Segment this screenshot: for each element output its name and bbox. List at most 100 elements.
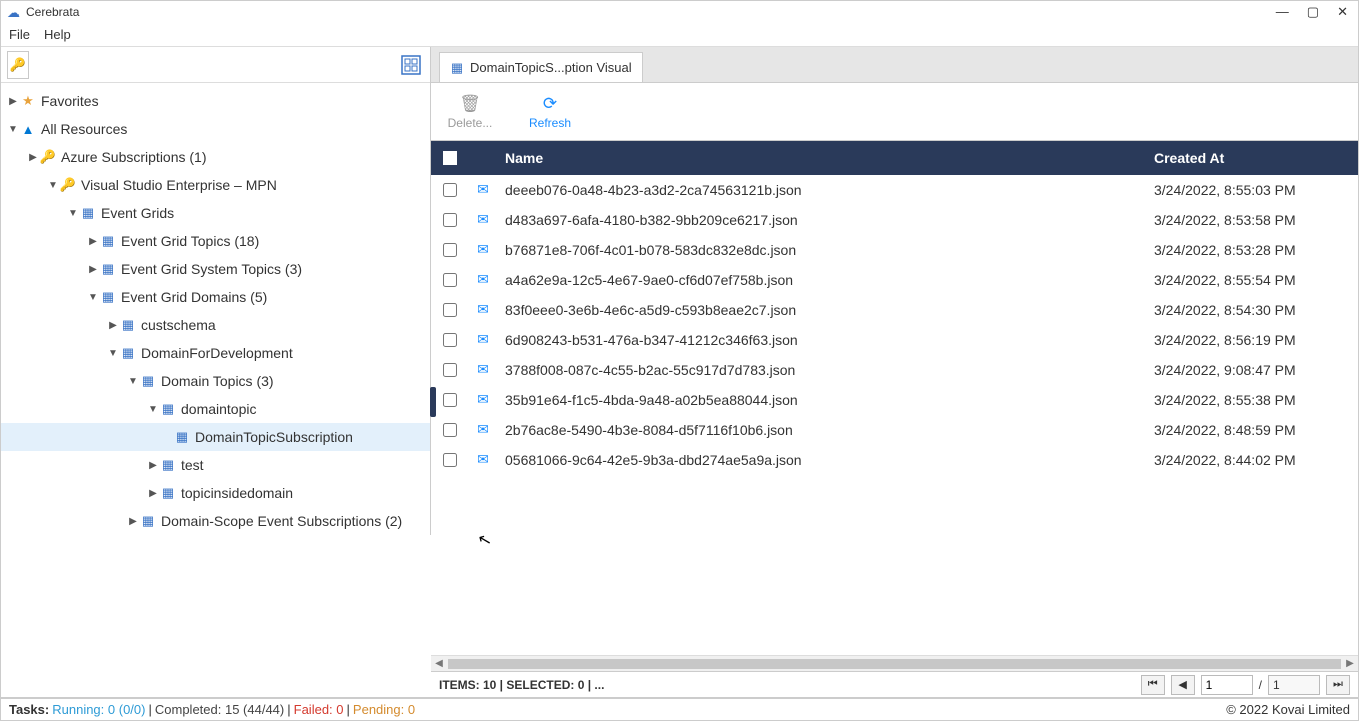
splitter-handle[interactable] [430,387,436,417]
scroll-left-icon[interactable]: ◀ [431,656,447,672]
view-grid-button[interactable] [398,52,424,78]
eventgrid-icon: ▦ [450,60,464,76]
table-row[interactable]: ✉d483a697-6afa-4180-b382-9bb209ce6217.js… [431,205,1358,235]
pager-prev-button[interactable]: ◀ [1171,675,1195,695]
caret-icon: ▶ [161,432,173,443]
tab-domain-topic-subscription[interactable]: ▦ DomainTopicS...ption Visual [439,52,643,82]
tree-label: Event Grids [97,205,174,221]
menu-file[interactable]: File [9,27,30,42]
tree-all-resources[interactable]: ▼ ▲ All Resources [1,115,430,143]
row-checkbox[interactable] [443,303,457,317]
table-row[interactable]: ✉a4a62e9a-12c5-4e67-9ae0-cf6d07ef758b.js… [431,265,1358,295]
title-bar: ☁ Cerebrata — ▢ ✕ [1,1,1358,23]
tree-label: Domain-Scope Event Subscriptions (2) [157,513,402,529]
envelope-icon: ✉ [467,361,499,378]
table-row[interactable]: ✉b76871e8-706f-4c01-b078-583dc832e8dc.js… [431,235,1358,265]
tree-vs-enterprise[interactable]: ▼ 🔑 Visual Studio Enterprise – MPN [1,171,430,199]
table-row[interactable]: ✉deeeb076-0a48-4b23-a3d2-2ca74563121b.js… [431,175,1358,205]
menu-help[interactable]: Help [44,27,71,42]
envelope-icon: ✉ [467,271,499,288]
close-button[interactable]: ✕ [1337,4,1348,20]
status-completed-value: 15 (44/44) [225,702,284,717]
eventgrid-icon: ▦ [99,261,117,277]
row-name: 3788f008-087c-4c55-b2ac-55c917d7d783.jso… [499,362,1148,378]
pager-first-button[interactable]: ⏮ [1141,675,1165,695]
column-header-name[interactable]: Name [499,150,1148,166]
caret-icon: ▶ [147,460,159,471]
tree-domain-scope-subs[interactable]: ▶ ▦ Domain-Scope Event Subscriptions (2) [1,507,430,535]
scroll-thumb[interactable] [448,659,1341,669]
tree-favorites[interactable]: ▶ ★ Favorites [1,87,430,115]
tree-domain-topics[interactable]: ▼ ▦ Domain Topics (3) [1,367,430,395]
row-checkbox[interactable] [443,183,457,197]
row-checkbox[interactable] [443,423,457,437]
tree-azure-subscriptions[interactable]: ▶ 🔑 Azure Subscriptions (1) [1,143,430,171]
minimize-button[interactable]: — [1276,4,1289,20]
tree-label: test [177,457,204,473]
eventgrid-icon: ▦ [99,233,117,249]
eventgrid-icon: ▦ [119,317,137,333]
tree-label: DomainForDevelopment [137,345,293,361]
pager: ⏮ ◀ / 1 ⏭ [1141,675,1350,695]
pager-current-input[interactable] [1201,675,1253,695]
row-name: 05681066-9c64-42e5-9b3a-dbd274ae5a9a.jso… [499,452,1148,468]
table-row[interactable]: ✉05681066-9c64-42e5-9b3a-dbd274ae5a9a.js… [431,445,1358,475]
tab-label: DomainTopicS...ption Visual [470,60,632,75]
tree-domain-for-development[interactable]: ▼ ▦ DomainForDevelopment [1,339,430,367]
table-row[interactable]: ✉83f0eee0-3e6b-4e6c-a5d9-c593b8eae2c7.js… [431,295,1358,325]
eventgrid-icon: ▦ [173,429,191,445]
caret-icon: ▶ [127,516,139,527]
select-all-checkbox[interactable] [443,151,457,165]
table-row[interactable]: ✉35b91e64-f1c5-4bda-9a48-a02b5ea88044.js… [431,385,1358,415]
row-checkbox[interactable] [443,363,457,377]
refresh-action[interactable]: ⟳ Refresh [525,94,575,130]
delete-action[interactable]: 🗑 Delete... [445,94,495,130]
tree-domain-topic-subscription[interactable]: ▶ ▦ DomainTopicSubscription [1,423,430,451]
tree-label: domaintopic [177,401,257,417]
eventgrid-icon: ▦ [159,401,177,417]
row-checkbox[interactable] [443,243,457,257]
tree-test[interactable]: ▶ ▦ test [1,451,430,479]
tree-label: custschema [137,317,216,333]
row-checkbox[interactable] [443,333,457,347]
sidebar-toolbar: 🔑 [1,47,430,83]
horizontal-scrollbar[interactable]: ◀ ▶ [431,655,1358,671]
row-name: 6d908243-b531-476a-b347-41212c346f63.jso… [499,332,1148,348]
caret-icon: ▼ [7,124,19,135]
tree-label: Azure Subscriptions (1) [57,149,207,165]
tree-label: All Resources [37,121,127,137]
tree-eg-domains[interactable]: ▼ ▦ Event Grid Domains (5) [1,283,430,311]
tab-strip: ▦ DomainTopicS...ption Visual [431,47,1358,83]
row-checkbox[interactable] [443,213,457,227]
eventgrid-icon: ▦ [139,373,157,389]
tree-topicinsidedomain[interactable]: ▶ ▦ topicinsidedomain [1,479,430,507]
caret-icon: ▼ [107,348,119,359]
header-check-cell [431,148,467,168]
caret-icon: ▶ [27,152,39,163]
window-title: Cerebrata [26,5,79,19]
table-row[interactable]: ✉2b76ac8e-5490-4b3e-8084-d5f7116f10b6.js… [431,415,1358,445]
scroll-right-icon[interactable]: ▶ [1342,656,1358,672]
row-checkbox[interactable] [443,453,457,467]
key-button[interactable]: 🔑 [7,51,29,79]
table-row[interactable]: ✉3788f008-087c-4c55-b2ac-55c917d7d783.js… [431,355,1358,385]
row-name: deeeb076-0a48-4b23-a3d2-2ca74563121b.jso… [499,182,1148,198]
row-checkbox[interactable] [443,393,457,407]
row-created: 3/24/2022, 8:48:59 PM [1148,422,1358,438]
tree-label: Event Grid Domains (5) [117,289,267,305]
refresh-icon: ⟳ [543,94,557,114]
column-header-created[interactable]: Created At [1148,150,1358,166]
tree-eg-system-topics[interactable]: ▶ ▦ Event Grid System Topics (3) [1,255,430,283]
tree-custschema[interactable]: ▶ ▦ custschema [1,311,430,339]
sidebar: 🔑 ▶ ★ Favorites ▼ ▲ All Resources ▶ [1,47,431,535]
tree-label: topicinsidedomain [177,485,293,501]
pager-last-button[interactable]: ⏭ [1326,675,1350,695]
tree-domaintopic[interactable]: ▼ ▦ domaintopic [1,395,430,423]
maximize-button[interactable]: ▢ [1307,4,1319,20]
tree-eg-topics[interactable]: ▶ ▦ Event Grid Topics (18) [1,227,430,255]
tree-event-grids[interactable]: ▼ ▦ Event Grids [1,199,430,227]
table-row[interactable]: ✉6d908243-b531-476a-b347-41212c346f63.js… [431,325,1358,355]
row-checkbox[interactable] [443,273,457,287]
envelope-icon: ✉ [467,421,499,438]
status-completed-label: Completed: [155,702,221,717]
